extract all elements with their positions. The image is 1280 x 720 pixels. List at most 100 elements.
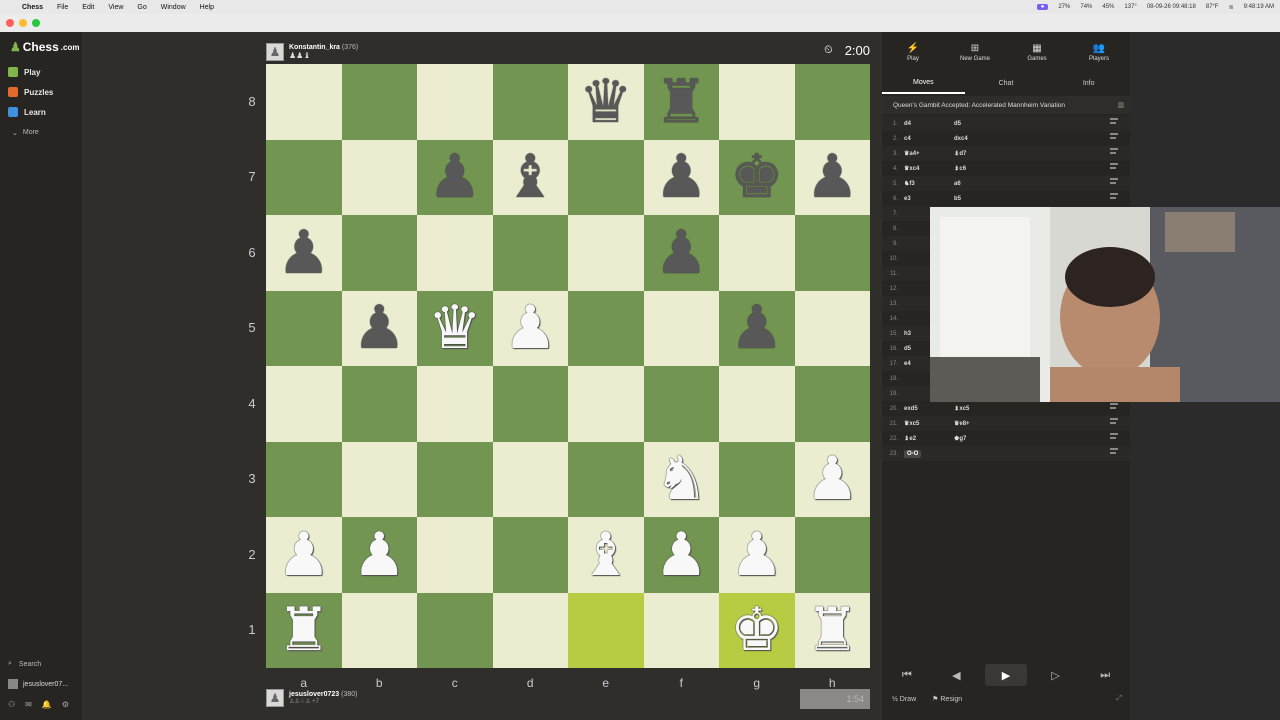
opponent-avatar[interactable]: ♟ <box>266 43 284 61</box>
next-move-button[interactable]: ▷ <box>1035 664 1077 686</box>
square-g1[interactable]: ♚ <box>719 592 795 668</box>
square-b7[interactable] <box>341 139 417 215</box>
piece-a2[interactable]: ♟ <box>277 525 331 585</box>
menu-app[interactable]: Chess <box>22 4 43 11</box>
square-h6[interactable] <box>794 215 870 291</box>
tab-moves[interactable]: Moves <box>882 72 965 94</box>
white-move[interactable]: ♞f3 <box>904 180 954 187</box>
black-move[interactable]: ♝d7 <box>954 150 1014 157</box>
piece-f8[interactable]: ♜ <box>654 72 708 132</box>
menu-view[interactable]: View <box>108 4 123 11</box>
square-a1[interactable]: ♜ <box>266 592 342 668</box>
piece-h7[interactable]: ♟ <box>805 147 859 207</box>
square-d4[interactable] <box>492 366 568 442</box>
square-h2[interactable] <box>794 517 870 593</box>
square-e4[interactable] <box>568 366 644 442</box>
square-b1[interactable] <box>341 592 417 668</box>
piece-f7[interactable]: ♟ <box>654 147 708 207</box>
menu-file[interactable]: File <box>57 4 68 11</box>
piece-a1[interactable]: ♜ <box>277 600 331 660</box>
square-c3[interactable] <box>417 441 493 517</box>
sidebar-user[interactable]: jesuslover07... <box>8 679 68 689</box>
piece-f6[interactable]: ♟ <box>654 223 708 283</box>
minimize-window-button[interactable] <box>19 19 27 27</box>
square-f2[interactable]: ♟ <box>643 517 719 593</box>
square-a8[interactable] <box>266 64 342 140</box>
settings-icon[interactable]: ⚙ <box>62 700 69 709</box>
square-h1[interactable]: ♜ <box>794 592 870 668</box>
square-e3[interactable] <box>568 441 644 517</box>
square-c6[interactable] <box>417 215 493 291</box>
piece-g5[interactable]: ♟ <box>730 298 784 358</box>
white-move[interactable]: ♛xc5 <box>904 420 954 427</box>
messages-icon[interactable]: ✉ <box>25 700 32 709</box>
piece-f3[interactable]: ♞ <box>654 449 708 509</box>
square-c5[interactable]: ♛ <box>417 290 493 366</box>
menu-window[interactable]: Window <box>161 4 186 11</box>
resign-button[interactable]: ⚑ Resign <box>932 695 962 703</box>
piece-f2[interactable]: ♟ <box>654 525 708 585</box>
square-d2[interactable] <box>492 517 568 593</box>
white-move[interactable]: c4 <box>904 136 954 142</box>
square-g2[interactable]: ♟ <box>719 517 795 593</box>
square-b6[interactable] <box>341 215 417 291</box>
tab-players[interactable]: 👥 Players <box>1068 32 1130 72</box>
square-e5[interactable] <box>568 290 644 366</box>
white-move[interactable]: e3 <box>904 196 954 202</box>
piece-a6[interactable]: ♟ <box>277 223 331 283</box>
sidebar-item-play[interactable]: Play <box>8 67 40 77</box>
maximize-window-button[interactable] <box>32 19 40 27</box>
square-h8[interactable] <box>794 64 870 140</box>
square-e8[interactable]: ♛ <box>568 64 644 140</box>
tab-new-game[interactable]: ⊞ New Game <box>944 32 1006 72</box>
square-h3[interactable]: ♟ <box>794 441 870 517</box>
square-e1[interactable] <box>568 592 644 668</box>
square-g5[interactable]: ♟ <box>719 290 795 366</box>
square-f8[interactable]: ♜ <box>643 64 719 140</box>
wifi-icon[interactable]: ≋ <box>1229 4 1234 11</box>
square-f3[interactable]: ♞ <box>643 441 719 517</box>
square-g7[interactable]: ♚ <box>719 139 795 215</box>
square-g6[interactable] <box>719 215 795 291</box>
square-a3[interactable] <box>266 441 342 517</box>
menu-go[interactable]: Go <box>137 4 146 11</box>
friends-icon[interactable]: ⚇ <box>8 700 15 709</box>
piece-h3[interactable]: ♟ <box>805 449 859 509</box>
first-move-button[interactable]: ⏮ <box>886 664 928 686</box>
square-h7[interactable]: ♟ <box>794 139 870 215</box>
white-move[interactable]: ♝e2 <box>904 435 954 442</box>
piece-b2[interactable]: ♟ <box>352 525 406 585</box>
black-move[interactable]: dxc4 <box>954 136 1014 142</box>
search-button[interactable]: ⌕ Search <box>8 660 41 668</box>
square-h5[interactable] <box>794 290 870 366</box>
piece-g2[interactable]: ♟ <box>730 525 784 585</box>
black-move[interactable]: a6 <box>954 181 1014 187</box>
square-c4[interactable] <box>417 366 493 442</box>
square-e7[interactable] <box>568 139 644 215</box>
square-f7[interactable]: ♟ <box>643 139 719 215</box>
sidebar-item-puzzles[interactable]: Puzzles <box>8 87 53 97</box>
sidebar-item-more[interactable]: ⌄ More <box>12 129 39 137</box>
draw-button[interactable]: ½ Draw <box>892 696 916 703</box>
sidebar-item-learn[interactable]: Learn <box>8 107 46 117</box>
black-move[interactable]: b5 <box>954 196 1014 202</box>
square-b8[interactable] <box>341 64 417 140</box>
square-d6[interactable] <box>492 215 568 291</box>
piece-b5[interactable]: ♟ <box>352 298 406 358</box>
square-c1[interactable] <box>417 592 493 668</box>
square-e6[interactable] <box>568 215 644 291</box>
piece-d7[interactable]: ♝ <box>503 147 557 207</box>
square-d5[interactable]: ♟ <box>492 290 568 366</box>
piece-h1[interactable]: ♜ <box>805 600 859 660</box>
chess-board[interactable]: ♛ ♜ ♟ ♝ ♟ ♚ ♟ ♟ ♟ ♟ ♛ ♟ ♟ ♞ ♟ ♟ ♟ ♝ ♟ ♟ ♜ ♚ ♜ <box>266 64 870 668</box>
piece-g1[interactable]: ♚ <box>730 600 784 660</box>
white-move[interactable]: d4 <box>904 121 954 127</box>
player-avatar[interactable]: ♟ <box>266 689 284 707</box>
opponent-name[interactable]: Konstantin_kra <box>289 44 340 51</box>
tab-chat[interactable]: Chat <box>965 72 1048 94</box>
menu-help[interactable]: Help <box>200 4 214 11</box>
piece-g7[interactable]: ♚ <box>730 147 784 207</box>
square-f5[interactable] <box>643 290 719 366</box>
player-name[interactable]: jesuslover0723 <box>289 691 339 698</box>
square-c7[interactable]: ♟ <box>417 139 493 215</box>
